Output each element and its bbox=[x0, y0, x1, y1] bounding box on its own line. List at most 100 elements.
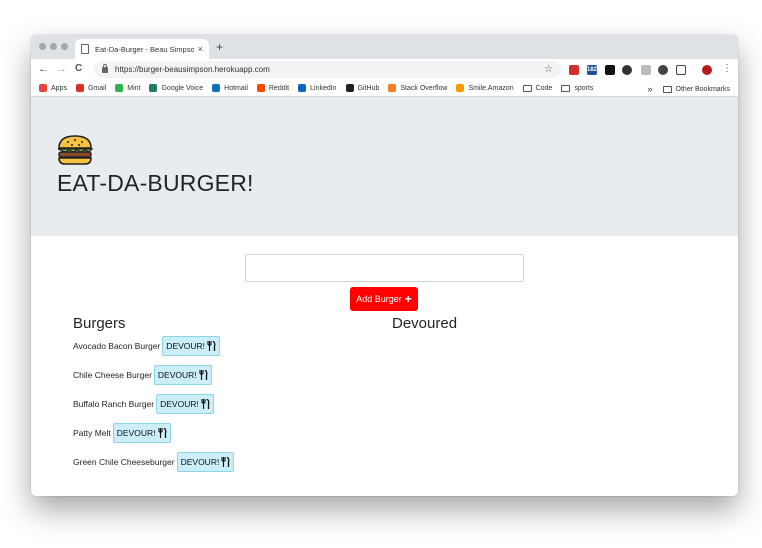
burger-list-item: Buffalo Ranch Burger DEVOUR! bbox=[73, 394, 214, 414]
add-burger-label: Add Burger bbox=[356, 294, 402, 304]
bookmark-favicon-icon bbox=[456, 84, 465, 92]
bookmark-label: Reddit bbox=[268, 84, 290, 92]
extension-icon-6[interactable] bbox=[658, 65, 668, 75]
bookmark-favicon-icon bbox=[115, 84, 124, 92]
screenshot-extension-icon[interactable] bbox=[676, 65, 686, 75]
close-window-dot[interactable] bbox=[39, 43, 46, 50]
reload-icon[interactable]: C bbox=[75, 62, 82, 76]
burger-name: Avocado Bacon Burger bbox=[73, 341, 161, 351]
tab-active[interactable]: Eat-Da-Burger - Beau Simpson × bbox=[75, 39, 209, 59]
burger-list-item: Avocado Bacon Burger DEVOUR! bbox=[73, 336, 220, 356]
extension-icon-1[interactable] bbox=[569, 65, 579, 75]
bookmark-favicon-icon bbox=[298, 84, 307, 92]
utensils-icon bbox=[221, 457, 230, 467]
profile-avatar[interactable] bbox=[702, 65, 712, 75]
burger-name: Buffalo Ranch Burger bbox=[73, 399, 155, 409]
bookmarks-right: » Other Bookmarks bbox=[648, 84, 730, 94]
devour-label: DEVOUR! bbox=[160, 399, 199, 409]
burger-list-item: Green Chile Cheeseburger DEVOUR! bbox=[73, 452, 235, 472]
page-content: EAT-DA-BURGER! Add Burger + Burgers Devo… bbox=[31, 97, 738, 496]
jumbotron: EAT-DA-BURGER! bbox=[31, 97, 738, 236]
extension-icon-5[interactable] bbox=[641, 65, 651, 75]
page-title: EAT-DA-BURGER! bbox=[57, 170, 254, 196]
bookmark-favicon-icon bbox=[345, 84, 354, 92]
devour-label: DEVOUR! bbox=[166, 341, 205, 351]
new-tab-button[interactable]: + bbox=[216, 41, 223, 53]
bookmark-item[interactable]: Hotmail bbox=[212, 84, 248, 92]
devour-label: DEVOUR! bbox=[157, 370, 197, 380]
minimize-window-dot[interactable] bbox=[50, 43, 57, 50]
utensils-icon bbox=[199, 370, 208, 380]
devoured-heading: Devoured bbox=[392, 315, 458, 332]
bookmarks-bar: Apps Gmail Mint Google Voice Hotmail Reddit Li… bbox=[31, 80, 738, 97]
bookmark-label: Mint bbox=[127, 84, 141, 92]
folder-icon bbox=[662, 85, 672, 93]
extension-icon-3[interactable] bbox=[605, 65, 615, 75]
lock-icon bbox=[102, 63, 108, 73]
bookmark-label: sports bbox=[574, 84, 594, 92]
bookmark-item[interactable]: Stack Overflow bbox=[388, 84, 447, 92]
burger-name: Chile Cheese Burger bbox=[73, 370, 152, 380]
bookmark-label: Apps bbox=[51, 84, 67, 92]
back-icon[interactable]: ← bbox=[38, 62, 49, 76]
forward-icon[interactable]: → bbox=[56, 62, 67, 76]
devour-button[interactable]: DEVOUR! bbox=[112, 423, 171, 443]
bookmark-star-icon[interactable]: ☆ bbox=[544, 64, 553, 75]
bookmark-favicon-icon bbox=[149, 84, 158, 92]
bookmark-item[interactable]: Reddit bbox=[256, 84, 290, 92]
bookmark-item[interactable]: Mint bbox=[115, 84, 140, 92]
burger-list-item: Chile Cheese Burger DEVOUR! bbox=[73, 365, 212, 385]
menu-icon[interactable]: ⋮ bbox=[722, 62, 732, 76]
bookmark-favicon-icon bbox=[256, 84, 265, 92]
devour-button[interactable]: DEVOUR! bbox=[153, 365, 212, 385]
maximize-window-dot[interactable] bbox=[61, 43, 68, 50]
devour-label: DEVOUR! bbox=[116, 428, 156, 438]
bookmark-favicon-icon bbox=[212, 84, 221, 92]
bookmark-item[interactable]: Code bbox=[522, 84, 553, 92]
burger-name-input[interactable] bbox=[245, 254, 524, 282]
folder-icon bbox=[522, 84, 532, 92]
devour-button[interactable]: DEVOUR! bbox=[176, 452, 235, 472]
extension-icon-2[interactable]: 182 bbox=[587, 65, 597, 75]
extension-icon-4[interactable] bbox=[622, 65, 632, 75]
url-text[interactable]: https://burger-beausimpson.herokuapp.com bbox=[115, 65, 544, 74]
burger-name: Green Chile Cheeseburger bbox=[73, 457, 175, 467]
bookmark-item[interactable]: Gmail bbox=[75, 84, 107, 92]
bookmark-label: Code bbox=[535, 84, 553, 92]
utensils-icon bbox=[207, 341, 216, 351]
tab-close-icon[interactable]: × bbox=[198, 44, 203, 54]
bookmark-favicon-icon bbox=[39, 84, 47, 92]
devour-label: DEVOUR! bbox=[180, 457, 220, 467]
add-burger-button[interactable]: Add Burger + bbox=[350, 287, 418, 311]
bookmark-label: LinkedIn bbox=[310, 84, 337, 92]
bookmark-favicon-icon bbox=[75, 84, 84, 92]
tab-strip: Eat-Da-Burger - Beau Simpson × + bbox=[31, 35, 738, 59]
bookmark-item[interactable]: Apps bbox=[39, 84, 67, 92]
burger-icon bbox=[57, 135, 94, 165]
page-icon bbox=[81, 44, 89, 54]
bookmark-item[interactable]: Google Voice bbox=[149, 84, 203, 92]
browser-window: Eat-Da-Burger - Beau Simpson × + ← → C h… bbox=[31, 35, 738, 496]
bookmark-favicon-icon bbox=[388, 84, 397, 92]
plus-icon: + bbox=[404, 292, 412, 306]
address-bar[interactable]: https://burger-beausimpson.herokuapp.com… bbox=[94, 61, 561, 78]
bookmark-label: Gmail bbox=[87, 84, 107, 92]
bookmark-label: Smile.Amazon bbox=[468, 84, 514, 92]
folder-icon bbox=[561, 84, 571, 92]
burgers-heading: Burgers bbox=[73, 315, 126, 332]
address-toolbar: ← → C https://burger-beausimpson.herokua… bbox=[31, 59, 738, 80]
bookmark-label: Hotmail bbox=[224, 84, 248, 92]
bookmark-item[interactable]: LinkedIn bbox=[298, 84, 337, 92]
devour-button[interactable]: DEVOUR! bbox=[162, 336, 220, 356]
bookmark-item[interactable]: Smile.Amazon bbox=[456, 84, 514, 92]
burger-list-item: Patty Melt DEVOUR! bbox=[73, 423, 171, 443]
tab-title: Eat-Da-Burger - Beau Simpson bbox=[95, 44, 194, 54]
other-bookmarks[interactable]: Other Bookmarks bbox=[676, 86, 730, 93]
bookmark-item[interactable]: GitHub bbox=[345, 84, 380, 92]
bookmark-label: GitHub bbox=[357, 84, 380, 92]
devour-button[interactable]: DEVOUR! bbox=[156, 394, 214, 414]
bookmark-item[interactable]: sports bbox=[561, 84, 594, 92]
bookmark-label: Google Voice bbox=[161, 84, 204, 92]
burger-name: Patty Melt bbox=[73, 428, 111, 438]
bookmarks-overflow-icon[interactable]: » bbox=[648, 84, 653, 94]
